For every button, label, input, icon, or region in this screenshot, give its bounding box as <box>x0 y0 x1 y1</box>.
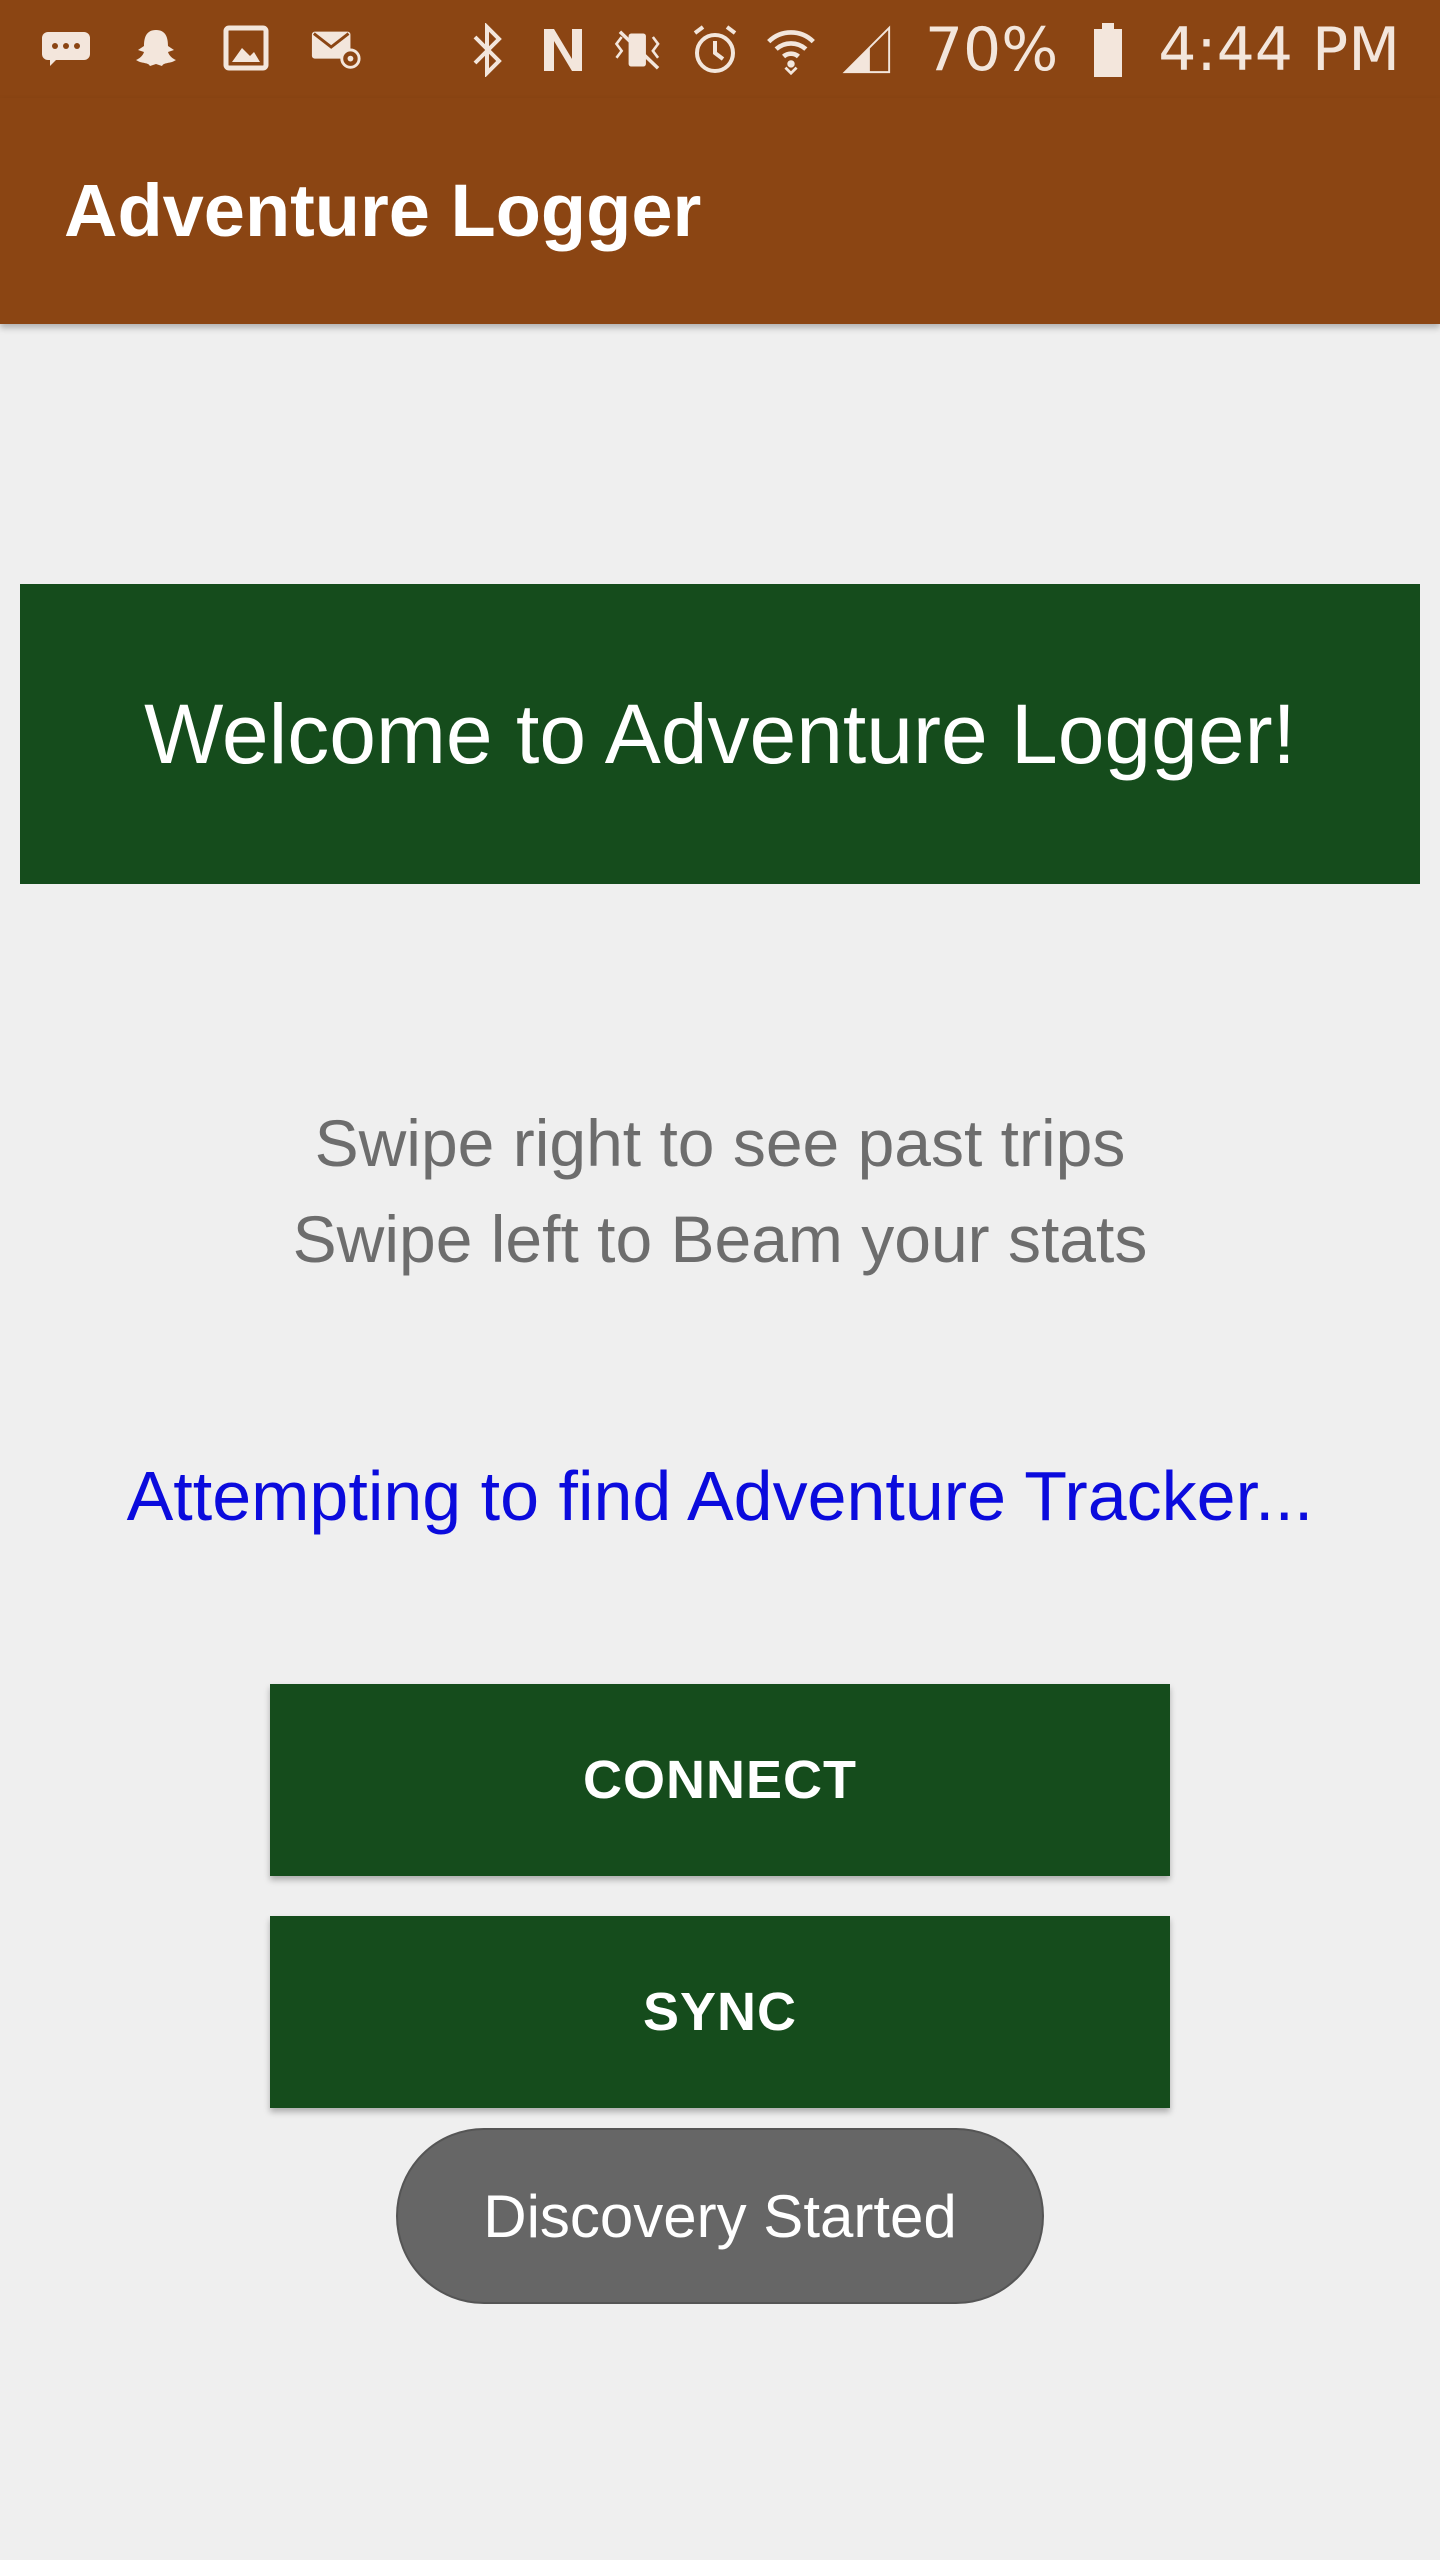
sync-button[interactable]: SYNC <box>270 1916 1170 2108</box>
signal-icon <box>841 24 893 76</box>
message-icon <box>40 22 92 74</box>
connect-button[interactable]: CONNECT <box>270 1684 1170 1876</box>
battery-icon <box>1082 23 1134 77</box>
snapchat-icon <box>130 22 182 74</box>
notification-icons <box>40 22 362 74</box>
nfc-icon <box>537 24 589 76</box>
bluetooth-icon <box>461 23 513 77</box>
connection-status-message: Attempting to find Adventure Tracker... <box>126 1457 1314 1535</box>
instruction-past-trips: Swipe right to see past trips <box>314 1106 1126 1180</box>
status-bar: 70% 4:44 PM <box>0 0 1440 98</box>
clock: 4:44 PM <box>1158 15 1400 85</box>
vibrate-icon <box>613 24 665 76</box>
battery-percent: 70% <box>924 15 1059 85</box>
welcome-text: Welcome to Adventure Logger! <box>144 687 1296 781</box>
gallery-icon <box>220 22 272 74</box>
app-bar: Adventure Logger <box>0 98 1440 324</box>
welcome-banner: Welcome to Adventure Logger! <box>20 584 1420 884</box>
wifi-icon <box>765 24 817 76</box>
swipe-instructions: Swipe right to see past trips Swipe left… <box>0 1095 1440 1287</box>
system-indicators: 70% 4:44 PM <box>461 18 1400 82</box>
email-icon <box>310 22 362 74</box>
app-title: Adventure Logger <box>64 169 702 252</box>
toast-notification: Discovery Started <box>396 2128 1044 2304</box>
alarm-icon <box>689 24 741 76</box>
toast-text: Discovery Started <box>483 2182 957 2250</box>
instruction-beam-stats: Swipe left to Beam your stats <box>292 1202 1148 1276</box>
